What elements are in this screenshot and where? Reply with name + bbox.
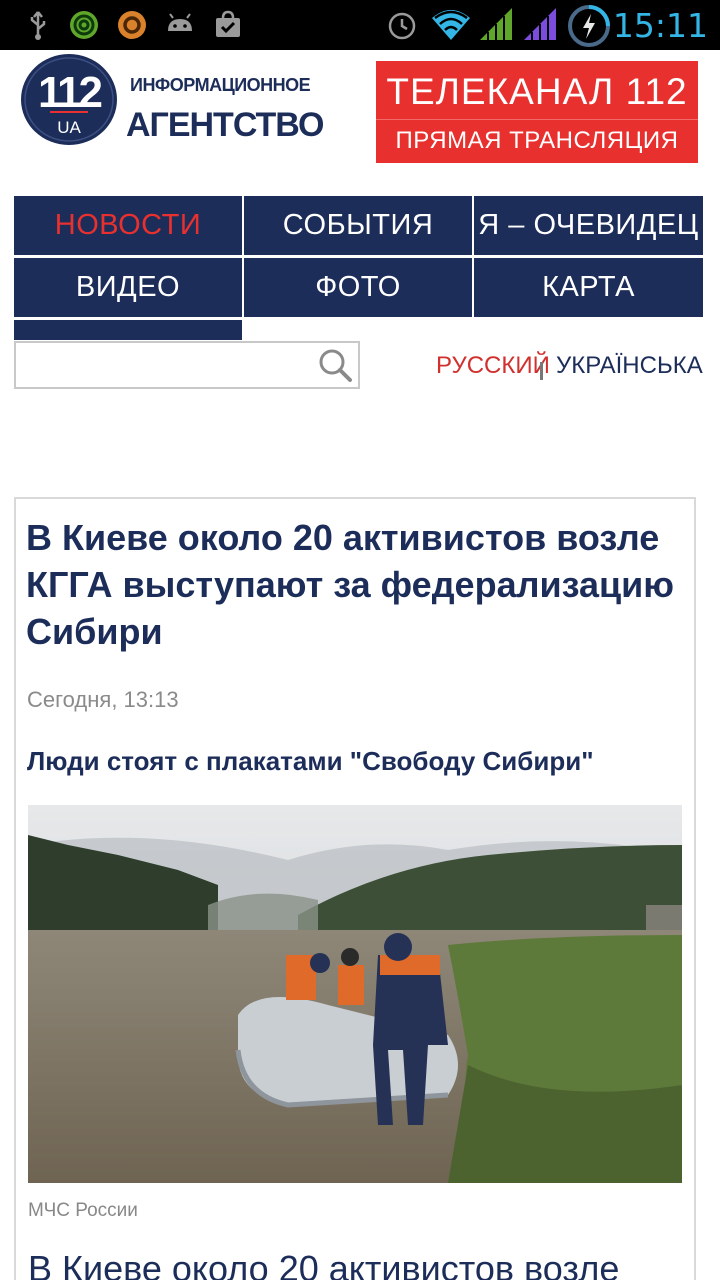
search-icon[interactable] (314, 345, 356, 385)
agency-tagline: ИНФОРМАЦИОННОЕ (130, 75, 311, 95)
article-body-start: В Киеве около 20 активистов возле (28, 1248, 620, 1280)
usb-icon (30, 11, 46, 40)
nav-item-events[interactable]: СОБЫТИЯ (244, 196, 472, 255)
lang-ukrainian-link[interactable]: УКРАЇНСЬКА (556, 352, 703, 380)
nav-item-video[interactable]: ВИДЕО (14, 258, 242, 317)
nav-item-news[interactable]: НОВОСТИ (14, 196, 242, 255)
site-logo[interactable]: 112 UA (20, 53, 118, 146)
ubuntu-icon (118, 11, 146, 39)
lang-russian-link[interactable]: РУССКИЙ (436, 352, 550, 380)
tv-channel-title: ТЕЛЕКАНАЛ 112 (386, 71, 688, 112)
nav-item-photo[interactable]: ФОТО (244, 258, 472, 317)
live-tv-button[interactable]: ТЕЛЕКАНАЛ 112 ПРЯМАЯ ТРАНСЛЯЦИЯ (376, 61, 698, 163)
store-icon (216, 10, 240, 37)
article-lead: Люди стоят с плакатами "Свободу Сибири" (27, 746, 594, 776)
article-photo (28, 805, 682, 1183)
logo-number: 112 (38, 68, 102, 117)
signal-icon (480, 8, 512, 40)
tv-divider (376, 119, 698, 120)
tv-live-label: ПРЯМАЯ ТРАНСЛЯЦИЯ (395, 127, 679, 154)
logo-sub: UA (57, 118, 81, 137)
battery-charging-icon (568, 5, 610, 47)
android-icon (168, 13, 192, 31)
search-input[interactable] (16, 343, 306, 387)
nav-item-map[interactable]: КАРТА (474, 258, 703, 317)
wifi-icon (432, 10, 470, 40)
lang-separator (540, 362, 543, 380)
nav-dropdown-stub (14, 320, 242, 340)
search-box (14, 341, 360, 389)
nav-item-eyewitness[interactable]: Я – ОЧЕВИДЕЦ (474, 196, 703, 255)
status-bar: 15:11 (0, 0, 720, 50)
article-date: Сегодня, 13:13 (27, 687, 179, 712)
at-icon (70, 11, 98, 39)
signal-icon (524, 8, 556, 40)
clock: 15:11 (612, 6, 708, 45)
agency-title: АГЕНТСТВО (126, 106, 324, 144)
alarm-icon (388, 12, 416, 40)
article-headline[interactable]: В Киеве около 20 активистов возле КГГА в… (26, 514, 676, 655)
photo-credit: МЧС России (28, 1200, 138, 1221)
